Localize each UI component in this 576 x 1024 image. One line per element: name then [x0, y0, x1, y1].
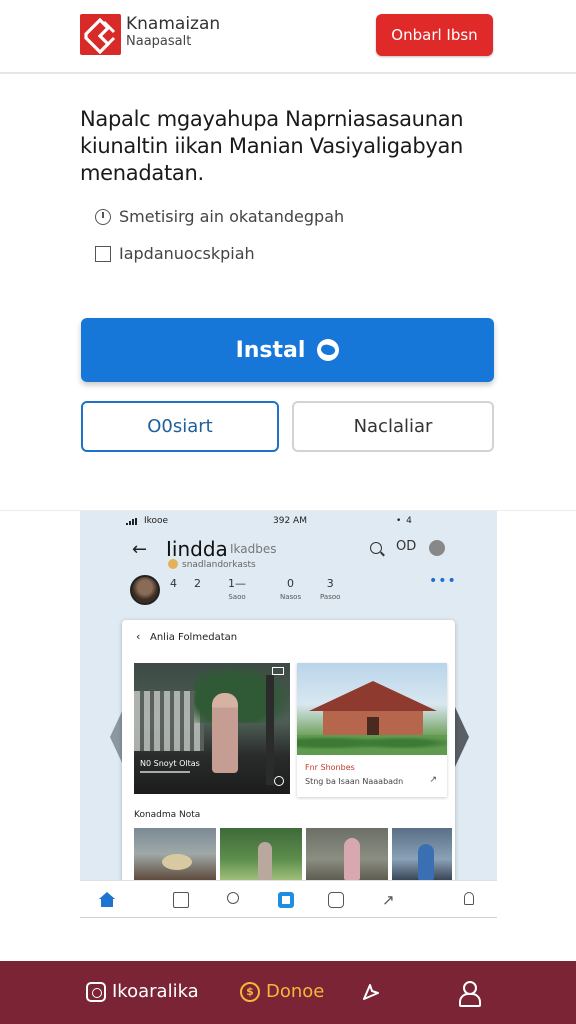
menu-circle-icon: [429, 540, 445, 556]
user-icon[interactable]: [457, 981, 481, 1007]
share-icon[interactable]: [360, 981, 382, 1003]
search-icon: [227, 892, 239, 904]
preview-account-name: snadlandorkasts: [182, 560, 256, 570]
thumbnail-4: [392, 828, 452, 880]
stat-1: 4: [170, 577, 177, 590]
bottom-nav: Ikoaralika $ Donoe: [0, 961, 576, 1024]
card-back-icon: ‹: [136, 630, 141, 643]
preview-cd-label: OD: [396, 539, 417, 554]
globe-icon: [317, 339, 340, 361]
donate-link[interactable]: $ Donoe: [240, 981, 324, 1002]
preview-status-bar: Ikooe 392 AM • 4: [80, 511, 497, 531]
carousel-next-shape: [455, 707, 469, 767]
donate-label: Donoe: [266, 981, 325, 1002]
photo-badge-icon: [272, 667, 284, 675]
coin-icon: $: [240, 981, 260, 1002]
avatar: [130, 575, 160, 605]
card-title: Anlia Folmedatan: [150, 632, 238, 643]
instagram-icon: [86, 981, 106, 1002]
install-button-label: Instal: [235, 337, 306, 363]
thumbnail-1: [134, 828, 216, 880]
header-cta-button[interactable]: Onbarl Ibsn: [376, 14, 493, 56]
option-row-2[interactable]: Iapdanuocskpiah: [95, 244, 255, 263]
option-row-1[interactable]: Smetisirg ain okatandegpah: [95, 207, 344, 226]
status-time: 392 AM: [273, 516, 307, 526]
page: Knamaizan Naapasalt Onbarl Ibsn Napalc m…: [0, 0, 576, 1024]
top-header: Knamaizan Naapasalt Onbarl Ibsn: [0, 0, 576, 74]
more-icon: •••: [429, 573, 457, 589]
preview-card: ‹ Anlia Folmedatan N0 Snoyt Oltas Fnr Sh…: [122, 620, 455, 906]
secondary-left-button[interactable]: O0siart: [81, 401, 279, 452]
thumbnail-3: [306, 828, 388, 880]
photo-tile-1: N0 Snoyt Oltas: [134, 663, 290, 794]
secondary-right-button[interactable]: Naclaliar: [292, 401, 494, 452]
stat-5-label: Pasoo: [320, 593, 341, 601]
photo-2-subcaption: Stng ba Isaan Naaabadn: [305, 777, 404, 786]
status-battery: • 4: [396, 516, 413, 526]
preview-app-subtitle: Ikadbes: [230, 542, 277, 556]
photo-1-caption: N0 Snoyt Oltas: [140, 759, 200, 768]
signal-icon: [126, 518, 140, 525]
brand-name-line1: Knamaizan: [126, 14, 221, 34]
bell-icon: [464, 892, 474, 905]
page-headline: Napalc mgayahupa Naprniasasaunan kiunalt…: [80, 107, 464, 185]
share-icon: ↗: [382, 891, 395, 909]
instagram-link[interactable]: Ikoaralika: [86, 981, 199, 1002]
stat-3: 1— Saoo: [228, 577, 246, 601]
stat-3-value: 1—: [228, 577, 246, 590]
brand-name: Knamaizan Naapasalt: [126, 14, 221, 49]
brand-logo-icon[interactable]: [80, 14, 121, 55]
option-label-1: Smetisirg ain okatandegpah: [119, 207, 345, 226]
instagram-label: Ikoaralika: [112, 981, 199, 1002]
stat-3-label: Saoo: [228, 593, 246, 601]
stat-5: 3 Pasoo: [320, 577, 340, 601]
status-carrier: Ikooe: [144, 516, 169, 526]
photo-2-caption: Fnr Shonbes: [305, 763, 355, 772]
share-icon: ↗: [429, 775, 437, 785]
account-badge-icon: [168, 559, 178, 569]
option-label-2: Iapdanuocskpiah: [119, 244, 255, 263]
preview-app-title: Iindda: [166, 537, 228, 561]
stat-1-value: 4: [170, 577, 177, 590]
checkbox-icon[interactable]: [95, 245, 111, 262]
play-icon: [274, 776, 284, 786]
stat-4-value: 0: [287, 577, 295, 590]
add-icon: [278, 892, 294, 908]
stat-4-label: Nasos: [280, 593, 302, 601]
preview-tab-bar: ↗: [80, 880, 497, 917]
brand-name-line2: Naapasalt: [126, 34, 192, 49]
stat-4: 0 Nasos: [280, 577, 301, 601]
install-button[interactable]: Instal: [81, 318, 494, 382]
app-preview-screenshot: Ikooe 392 AM • 4 ← Iindda Ikadbes snadla…: [80, 511, 497, 918]
message-icon: [328, 892, 344, 908]
calendar-icon: [173, 892, 189, 908]
search-icon: [370, 542, 382, 554]
stat-2: 2: [194, 577, 201, 590]
stat-5-value: 3: [326, 577, 334, 590]
home-icon: [99, 892, 115, 908]
section-label: Konadma Nota: [134, 810, 201, 820]
thumbnail-2: [220, 828, 302, 880]
stat-2-value: 2: [194, 577, 201, 590]
preview-app-bar: ← Iindda Ikadbes snadlandorkasts OD: [80, 533, 497, 573]
back-arrow-icon: ←: [132, 539, 148, 560]
photo-tile-2: Fnr Shonbes Stng ba Isaan Naaabadn ↗: [297, 663, 447, 797]
clock-icon: [95, 208, 111, 225]
